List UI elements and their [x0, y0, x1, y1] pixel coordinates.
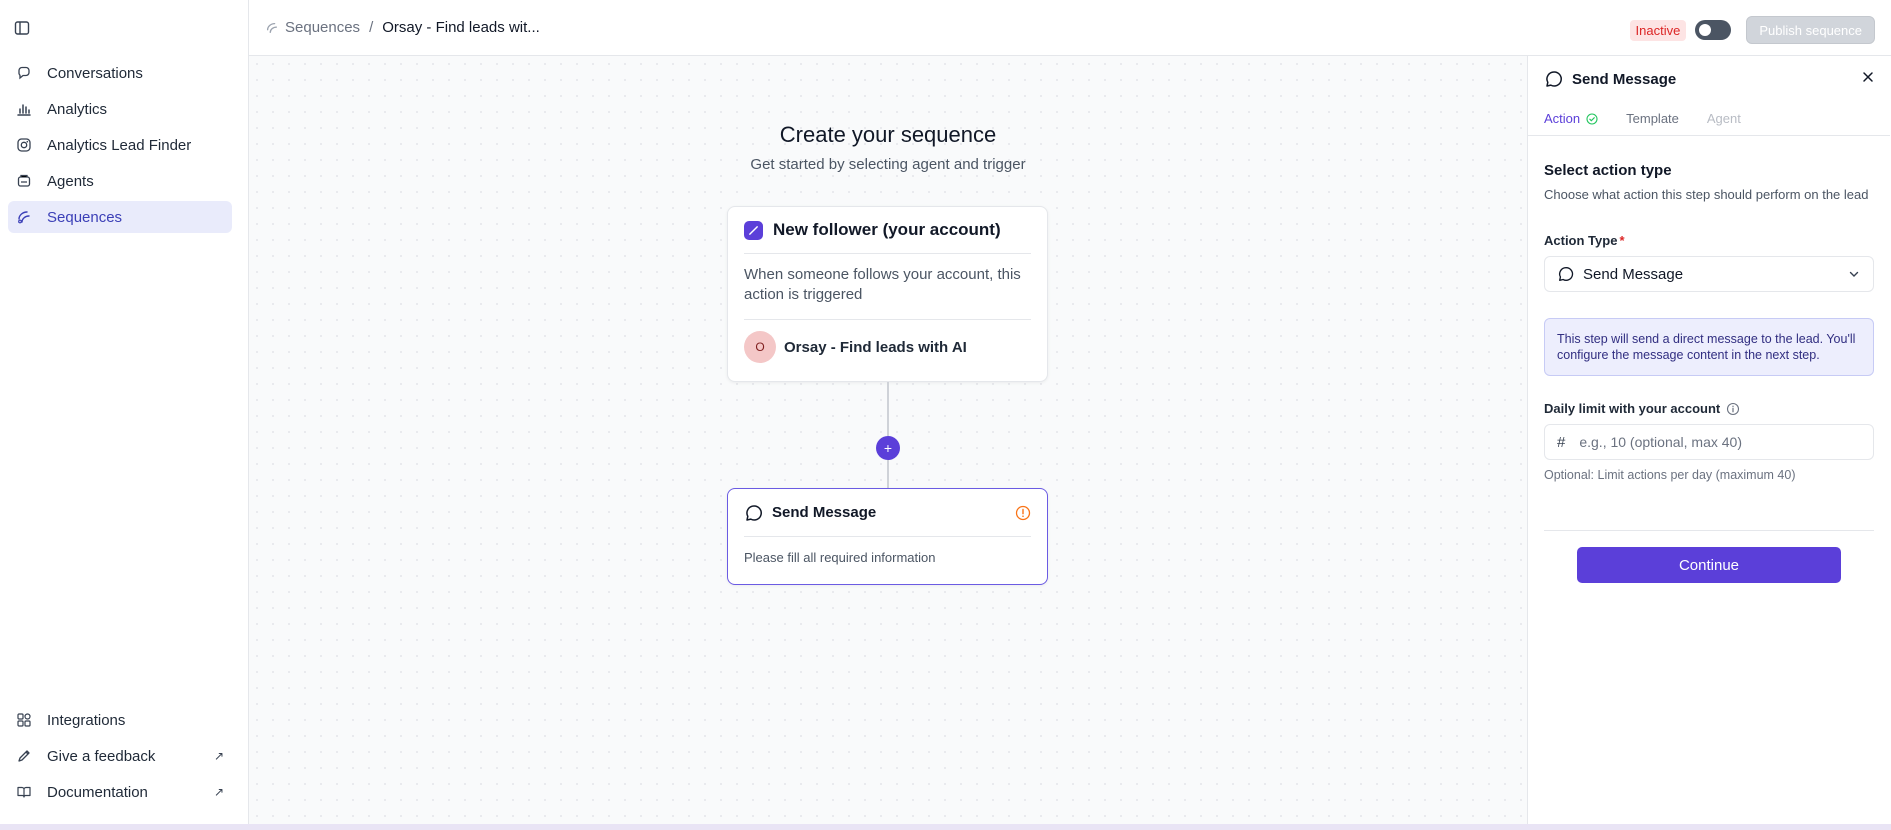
info-callout: This step will send a direct message to …	[1544, 318, 1874, 376]
breadcrumb-current: Orsay - Find leads wit...	[382, 19, 540, 36]
secondary-nav: Integrations Give a feedback ↗ Documenta…	[8, 704, 232, 812]
panel-header: Send Message	[1528, 56, 1890, 102]
publish-button[interactable]: Publish sequence	[1746, 16, 1875, 44]
topbar: Sequences / Orsay - Find leads wit... In…	[249, 0, 1891, 56]
required-mark: *	[1619, 233, 1625, 248]
sidebar-item-label: Give a feedback	[47, 747, 156, 765]
select-value: Send Message	[1583, 265, 1684, 283]
sidebar-item-label: Integrations	[47, 711, 126, 729]
trigger-header: New follower (your account)	[744, 207, 1031, 254]
instagram-icon	[16, 137, 32, 153]
external-link-icon: ↗	[213, 785, 224, 799]
bar-chart-icon	[16, 101, 32, 117]
action-type-label: Action Type *	[1544, 233, 1874, 248]
sequence-canvas[interactable]: Create your sequence Get started by sele…	[249, 56, 1527, 824]
close-icon[interactable]	[1860, 69, 1876, 85]
sidebar-item-integrations[interactable]: Integrations	[8, 704, 232, 736]
check-circle-icon	[1586, 112, 1598, 125]
sidebar-item-agents[interactable]: Agents	[8, 165, 232, 197]
divider	[1544, 530, 1874, 531]
book-icon	[16, 784, 32, 800]
connector-line	[887, 460, 889, 488]
canvas-subtitle: Get started by selecting agent and trigg…	[750, 156, 1026, 173]
action-settings: Select action type Choose what action th…	[1528, 162, 1890, 583]
feedback-icon	[16, 748, 32, 764]
sidebar-item-analytics[interactable]: Analytics	[8, 93, 232, 125]
chat-icon	[744, 503, 764, 523]
panel-tabs: Action Template Agent	[1528, 102, 1890, 136]
chevron-down-icon	[1847, 267, 1861, 281]
tab-label: Action	[1544, 111, 1581, 126]
grid-icon	[16, 712, 32, 728]
chat-icon	[1544, 69, 1564, 89]
sidebar-item-label: Analytics	[47, 100, 108, 118]
sidebar-item-label: Sequences	[47, 208, 123, 226]
avatar: O	[744, 331, 776, 363]
field-label-text: Action Type	[1544, 233, 1618, 248]
hash-icon: #	[1557, 433, 1566, 451]
trigger-description: When someone follows your account, this …	[744, 254, 1031, 320]
tab-action[interactable]: Action	[1544, 111, 1598, 126]
sidebar: Conversations Analytics Analytics Lead F…	[0, 0, 249, 824]
add-step-button[interactable]: +	[876, 436, 900, 460]
sidebar-item-conversations[interactable]: Conversations	[8, 57, 232, 89]
sequence-icon	[265, 21, 279, 35]
sidebar-item-label: Analytics Lead Finder	[47, 136, 192, 154]
warning-icon	[1015, 505, 1031, 521]
daily-limit-hint: Optional: Limit actions per day (maximum…	[1544, 468, 1796, 482]
trigger-card[interactable]: New follower (your account) When someone…	[727, 206, 1048, 382]
action-type-select[interactable]: Send Message	[1544, 256, 1874, 292]
section-subtitle: Choose what action this step should perf…	[1544, 187, 1869, 202]
app-window: Conversations Analytics Analytics Lead F…	[0, 0, 1891, 824]
external-link-icon: ↗	[213, 749, 224, 763]
step-description: Please fill all required information	[744, 550, 936, 565]
bot-icon	[16, 173, 32, 189]
trigger-title: New follower (your account)	[773, 220, 1001, 239]
panel-title: Send Message	[1572, 70, 1677, 88]
step-card-send-message[interactable]: Send Message Please fill all required in…	[727, 488, 1048, 585]
daily-limit-label: Daily limit with your account	[1544, 401, 1874, 416]
sidebar-item-feedback[interactable]: Give a feedback ↗	[8, 740, 232, 772]
sidebar-item-label: Documentation	[47, 783, 148, 801]
sidebar-item-sequences[interactable]: Sequences	[8, 201, 232, 233]
sidebar-item-analytics-lead-finder[interactable]: Analytics Lead Finder	[8, 129, 232, 161]
daily-limit-field[interactable]: #	[1544, 424, 1874, 460]
canvas-title: Create your sequence	[779, 122, 997, 147]
sequence-icon	[16, 209, 32, 225]
sidebar-item-label: Conversations	[47, 64, 143, 82]
sidebar-item-documentation[interactable]: Documentation ↗	[8, 776, 232, 808]
tab-template[interactable]: Template	[1626, 111, 1679, 126]
info-icon[interactable]	[1726, 402, 1740, 416]
chat-icon	[16, 65, 32, 81]
main-nav: Conversations Analytics Analytics Lead F…	[8, 57, 232, 237]
step-settings-panel: Send Message Action Template Agent Selec…	[1527, 56, 1890, 824]
header-actions: Inactive Publish sequence	[1629, 16, 1875, 44]
daily-limit-input[interactable]	[1579, 434, 1861, 450]
section-title: Select action type	[1544, 162, 1672, 179]
breadcrumb: Sequences / Orsay - Find leads wit...	[265, 19, 540, 36]
step-header: Send Message	[744, 489, 1031, 537]
breadcrumb-root[interactable]: Sequences	[285, 19, 360, 36]
user-plus-icon	[744, 220, 763, 240]
agent-name: Orsay - Find leads with AI	[784, 338, 967, 356]
trigger-agent: O Orsay - Find leads with AI	[744, 320, 1031, 374]
field-label-text: Daily limit with your account	[1544, 401, 1721, 416]
main-area: Sequences / Orsay - Find leads wit... In…	[249, 0, 1891, 824]
panel-left-icon[interactable]	[14, 20, 30, 36]
sidebar-item-label: Agents	[47, 172, 94, 190]
continue-button[interactable]: Continue	[1577, 547, 1841, 583]
tab-agent[interactable]: Agent	[1707, 111, 1741, 126]
status-badge: Inactive	[1629, 19, 1687, 41]
chat-icon	[1557, 265, 1575, 283]
breadcrumb-separator: /	[369, 19, 374, 36]
connector-line	[887, 382, 889, 436]
active-toggle[interactable]	[1695, 20, 1732, 40]
step-title: Send Message	[772, 504, 877, 521]
